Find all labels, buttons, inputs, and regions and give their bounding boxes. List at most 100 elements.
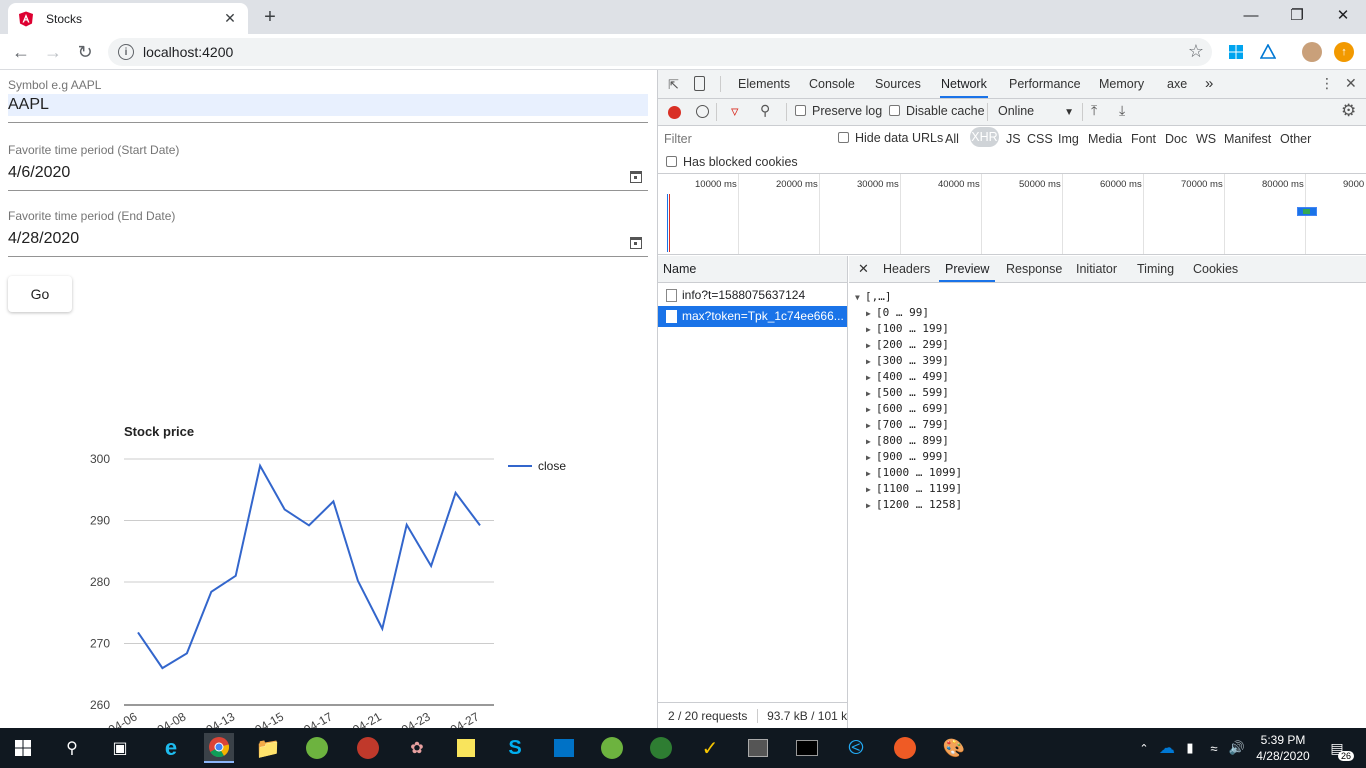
paint-palette-icon[interactable]: 🎨 xyxy=(939,733,969,763)
disable-cache-checkbox[interactable]: Disable cache xyxy=(889,104,985,118)
command-prompt-icon[interactable] xyxy=(792,733,822,763)
end-date-field[interactable]: Favorite time period (End Date) 4/28/202… xyxy=(8,209,648,257)
json-range-row[interactable]: ▶ [500 … 599] xyxy=(855,385,1366,401)
request-row[interactable]: info?t=1588075637124 xyxy=(658,285,847,306)
tab-network[interactable]: Network xyxy=(940,70,988,98)
file-explorer-icon[interactable]: 📁 xyxy=(253,733,283,763)
preserve-log-checkbox[interactable]: Preserve log xyxy=(795,104,882,118)
norton-icon[interactable]: ✓ xyxy=(695,733,725,763)
detail-tab-initiator[interactable]: Initiator xyxy=(1076,256,1117,282)
spring-tool-icon[interactable] xyxy=(302,733,332,763)
record-icon[interactable] xyxy=(668,106,681,119)
task-view-icon[interactable]: ▣ xyxy=(105,733,135,763)
action-center-icon[interactable]: ▤ 26 xyxy=(1322,733,1354,763)
detail-tab-response[interactable]: Response xyxy=(1006,256,1062,282)
name-column-header[interactable]: Name xyxy=(658,256,847,283)
tab-close-icon[interactable]: ✕ xyxy=(222,10,238,27)
system-clock[interactable]: 5:39 PM 4/28/2020 xyxy=(1248,732,1318,764)
skype-icon[interactable]: S xyxy=(500,733,530,763)
symbol-input[interactable]: AAPL xyxy=(8,94,648,116)
chrome-icon[interactable] xyxy=(204,733,234,763)
windows-extension-icon[interactable] xyxy=(1226,42,1246,62)
outlook-icon[interactable] xyxy=(549,733,579,763)
globe-app-icon[interactable] xyxy=(646,733,676,763)
start-date-field[interactable]: Favorite time period (Start Date) 4/6/20… xyxy=(8,143,648,191)
type-filter-manifest[interactable]: Manifest xyxy=(1224,132,1271,146)
tab-memory[interactable]: Memory xyxy=(1099,70,1144,98)
tab-performance[interactable]: Performance xyxy=(1009,70,1081,98)
json-range-row[interactable]: ▶ [300 … 399] xyxy=(855,353,1366,369)
json-range-row[interactable]: ▶ [200 … 299] xyxy=(855,337,1366,353)
reload-icon[interactable]: ↻ xyxy=(72,39,98,65)
type-filter-doc[interactable]: Doc xyxy=(1165,132,1187,146)
json-range-row[interactable]: ▶ [400 … 499] xyxy=(855,369,1366,385)
back-icon[interactable]: ← xyxy=(8,39,34,65)
json-range-row[interactable]: ▶ [900 … 999] xyxy=(855,449,1366,465)
terminal-app-icon[interactable] xyxy=(743,733,773,763)
minimize-icon[interactable]: — xyxy=(1228,0,1274,30)
start-windows-icon[interactable] xyxy=(8,733,38,763)
end-date-input[interactable]: 4/28/2020 xyxy=(8,228,648,250)
tab-elements[interactable]: Elements xyxy=(738,70,790,98)
request-row-selected[interactable]: max?token=Tpk_1c74ee666... xyxy=(658,306,847,327)
start-date-input[interactable]: 4/6/2020 xyxy=(8,162,648,184)
go-button[interactable]: Go xyxy=(8,276,72,312)
forward-icon[interactable]: → xyxy=(40,39,66,65)
update-icon[interactable]: ↑ xyxy=(1334,42,1354,62)
json-range-row[interactable]: ▶ [600 … 699] xyxy=(855,401,1366,417)
tab-console[interactable]: Console xyxy=(809,70,855,98)
detail-tab-cookies[interactable]: Cookies xyxy=(1193,256,1238,282)
blocked-cookies-checkbox[interactable]: Has blocked cookies xyxy=(666,155,798,169)
postman-icon[interactable] xyxy=(890,733,920,763)
type-filter-all[interactable]: All xyxy=(945,132,959,146)
type-filter-ws[interactable]: WS xyxy=(1196,132,1216,146)
inspect-element-icon[interactable]: ⇱ xyxy=(668,77,679,93)
json-range-row[interactable]: ▶ [0 … 99] xyxy=(855,305,1366,321)
detail-tab-timing[interactable]: Timing xyxy=(1137,256,1174,282)
filter-input[interactable] xyxy=(662,129,824,149)
network-settings-gear-icon[interactable]: ⚙ xyxy=(1341,101,1356,121)
site-info-icon[interactable]: i xyxy=(118,44,134,60)
close-devtools-icon[interactable]: ✕ xyxy=(1345,75,1357,92)
new-tab-button[interactable]: + xyxy=(258,6,282,28)
json-range-row[interactable]: ▶ [1100 … 1199] xyxy=(855,481,1366,497)
bookmark-star-icon[interactable]: ☆ xyxy=(1188,41,1204,62)
type-filter-media[interactable]: Media xyxy=(1088,132,1122,146)
detail-tab-headers[interactable]: Headers xyxy=(883,256,930,282)
tab-axe[interactable]: axe xyxy=(1167,70,1187,98)
json-range-row[interactable]: ▶ [800 … 899] xyxy=(855,433,1366,449)
restore-icon[interactable]: ❐ xyxy=(1274,0,1320,30)
azure-extension-icon[interactable] xyxy=(1258,42,1278,62)
clear-icon[interactable] xyxy=(696,105,709,118)
browser-tab[interactable]: Stocks ✕ xyxy=(8,3,248,34)
detail-tab-preview[interactable]: Preview xyxy=(939,256,996,282)
symbol-field[interactable]: Symbol e.g AAPL AAPL xyxy=(8,78,648,123)
export-har-icon[interactable]: ⤓ xyxy=(1119,102,1125,119)
type-filter-img[interactable]: Img xyxy=(1058,132,1079,146)
address-bar[interactable]: i localhost:4200 ☆ xyxy=(108,38,1212,66)
calendar-icon[interactable] xyxy=(630,171,642,183)
search-icon[interactable]: ⚲ xyxy=(57,733,87,763)
hide-data-urls-checkbox[interactable]: Hide data URLs xyxy=(838,131,943,145)
json-root[interactable]: ▼ [,…] xyxy=(855,289,1366,305)
profile-avatar[interactable] xyxy=(1302,42,1322,62)
more-tabs-icon[interactable]: » xyxy=(1205,70,1213,98)
json-range-row[interactable]: ▶ [1000 … 1099] xyxy=(855,465,1366,481)
close-detail-icon[interactable]: ✕ xyxy=(858,256,869,282)
json-range-row[interactable]: ▶ [100 … 199] xyxy=(855,321,1366,337)
throttling-select[interactable]: Online ▼ xyxy=(998,104,1074,118)
sticky-notes-icon[interactable] xyxy=(451,733,481,763)
type-filter-other[interactable]: Other xyxy=(1280,132,1311,146)
calendar-app-icon[interactable] xyxy=(353,733,383,763)
paint-app-icon[interactable]: ✿ xyxy=(402,733,432,763)
vscode-icon[interactable]: ⧀ xyxy=(841,733,871,763)
device-toolbar-icon[interactable] xyxy=(694,76,705,91)
json-range-row[interactable]: ▶ [1200 … 1258] xyxy=(855,497,1366,513)
window-close-icon[interactable]: ✕ xyxy=(1320,0,1366,30)
json-range-row[interactable]: ▶ [700 … 799] xyxy=(855,417,1366,433)
spring-tool-icon-2[interactable] xyxy=(597,733,627,763)
type-filter-font[interactable]: Font xyxy=(1131,132,1156,146)
type-filter-js[interactable]: JS xyxy=(1006,132,1021,146)
filter-icon[interactable]: ▿ xyxy=(731,102,739,120)
kebab-menu-icon[interactable]: ⋮ xyxy=(1320,75,1334,92)
